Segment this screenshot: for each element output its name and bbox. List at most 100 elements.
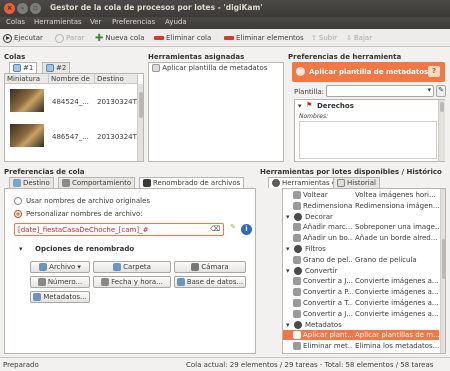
expand-arrow-icon[interactable]: ▾ [286, 244, 290, 254]
tool-description: Añade un borde alred... [355, 234, 438, 243]
expand-arrow-icon[interactable]: ▾ [286, 266, 290, 276]
column-header-name[interactable]: Nombre de [49, 74, 95, 84]
tool-group-name: Convertir [305, 266, 338, 275]
tool-description: Convierte imágenes a... [355, 277, 439, 286]
expand-arrow-icon[interactable]: ▾ [286, 212, 290, 222]
date-time-button[interactable]: Fecha y hora... [93, 276, 171, 288]
move-down-button[interactable]: ⇩ Bajar [346, 32, 372, 44]
tool-name: Aplicar plant... [303, 331, 353, 340]
tool-item[interactable]: Grano de pel... Grano de película [283, 255, 439, 265]
number-button[interactable]: Número... [30, 276, 90, 288]
tool-group-name: Metadatos [305, 320, 342, 329]
move-up-button[interactable]: ⇧ Subir [311, 32, 337, 44]
tool-item[interactable]: Aplicar plant... Aplicar plantillas de m.… [283, 330, 439, 341]
menu-colas[interactable]: Colas [6, 18, 25, 26]
clear-input-icon[interactable]: ⌫ [210, 225, 220, 233]
tool-item[interactable]: Voltear Voltea imágenes hori... [283, 190, 439, 200]
tab-queue-1[interactable]: #1 [9, 62, 38, 73]
menu-herramientas[interactable]: Herramientas [34, 18, 82, 26]
info-icon[interactable]: i [241, 224, 252, 235]
minimize-icon[interactable]: – [17, 3, 28, 14]
database-button[interactable]: Base de datos... [174, 276, 246, 288]
folder-icon [13, 179, 21, 187]
tool-item[interactable]: Añadir marc... Sobreponer una image... [283, 222, 439, 232]
tab-history[interactable]: Historial [333, 177, 380, 188]
menu-bar: Colas Herramientas Ver Preferencias Ayud… [0, 17, 450, 29]
edit-pattern-icon[interactable]: ✎ [227, 223, 239, 236]
names-label: Nombres: [299, 113, 329, 120]
new-queue-button[interactable]: ✚ Nueva cola [95, 32, 144, 44]
run-button[interactable]: Ejecutar [3, 32, 43, 44]
tab-queue-2[interactable]: #2 [42, 62, 71, 73]
template-select[interactable]: ▾ [326, 85, 434, 97]
template-scrollbar[interactable] [438, 100, 445, 161]
tool-group[interactable]: ▾ Filtros [283, 244, 439, 254]
tab-destination[interactable]: Destino [9, 177, 54, 188]
template-icon [152, 64, 160, 72]
tab-file-renaming[interactable]: Renombrado de archivos [139, 177, 245, 188]
queue-scrollbar[interactable] [137, 84, 143, 161]
maximize-icon[interactable]: ▫ [30, 3, 41, 14]
scrollbar-thumb[interactable] [440, 102, 444, 112]
tool-icon [293, 191, 301, 199]
tool-item[interactable]: Redimensionar Redimensiona imágen... [283, 201, 439, 211]
menu-ayuda[interactable]: Ayuda [165, 18, 187, 26]
assigned-tool-item[interactable]: Aplicar plantilla de metadatos [152, 64, 267, 72]
metadata-button[interactable]: Metadatos... [30, 291, 90, 303]
remove-queue-button[interactable]: Eliminar cola [154, 32, 211, 44]
names-input[interactable] [299, 121, 437, 159]
tool-description: Convierte imágenes a... [355, 309, 439, 318]
folder-button[interactable]: Carpeta [93, 261, 171, 273]
tool-description: Grano de película [355, 255, 417, 264]
column-header-thumbnail[interactable]: Miniatura [5, 74, 49, 84]
assigned-tools-list[interactable]: Aplicar plantilla de metadatos [148, 62, 284, 162]
queue-item-name: 484524_... [52, 98, 89, 106]
tools-scrollbar[interactable] [440, 189, 445, 353]
menu-ver[interactable]: Ver [90, 18, 101, 26]
tool-item[interactable]: Convertir a J... Convierte imágenes a... [283, 309, 439, 319]
tool-item[interactable]: Eliminar met... Elimina los metadatos... [283, 341, 439, 351]
tool-group[interactable]: ▾ Metadatos [283, 320, 439, 330]
tool-description: Elimina los metadatos... [355, 342, 439, 351]
tool-item[interactable]: Convertir a J... Convierte imágenes a... [283, 276, 439, 286]
custom-names-radio[interactable]: Personalizar nombres de archivo: [14, 210, 143, 218]
rename-pattern-input[interactable]: [date]_fiestaCasaDeChoche_[cam]_# ⌫ [14, 223, 224, 236]
queue-settings-title: Preferencias de cola [4, 168, 85, 176]
tool-group[interactable]: ▾ Decorar [283, 212, 439, 222]
tool-item[interactable]: Añadir un bo... Añade un borde alred... [283, 233, 439, 243]
original-names-radio[interactable]: Usar nombres de archivo originales [14, 197, 150, 205]
available-tools-title: Herramientas por lotes disponibles / His… [260, 168, 442, 176]
close-icon[interactable]: × [4, 3, 15, 14]
database-icon [176, 278, 185, 286]
tab-behavior[interactable]: Comportamiento [58, 177, 136, 188]
scrollbar-thumb[interactable] [139, 92, 143, 118]
rights-section[interactable]: Derechos [317, 102, 354, 110]
tool-item[interactable]: Convertir a T... Convierte imágenes a... [283, 298, 439, 308]
file-button[interactable]: Archivo ▾ [30, 261, 90, 273]
expand-arrow-icon[interactable]: ▾ [286, 320, 290, 330]
tool-icon [293, 309, 301, 318]
remove-items-button[interactable]: Eliminar elementos [224, 32, 304, 44]
expand-arrow-icon[interactable]: ▾ [19, 245, 23, 253]
column-header-destination[interactable]: Destino [95, 74, 138, 84]
available-tools-tree[interactable]: Voltear Voltea imágenes hori... Redimensio… [282, 188, 446, 354]
tab-queue-icon [13, 64, 21, 72]
tool-group[interactable]: ▾ Convertir [283, 266, 439, 276]
scrollbar-thumb[interactable] [442, 239, 445, 279]
queue-list[interactable]: Miniatura Nombre de Destino 484524_... 2… [4, 73, 144, 162]
menu-preferencias[interactable]: Preferencias [112, 18, 155, 26]
rename-options-title: Opciones de renombrado [35, 245, 135, 253]
assigned-tools-title: Herramientas asignadas [148, 53, 245, 61]
radio-on-icon [14, 210, 22, 218]
help-icon[interactable]: ? [428, 66, 440, 77]
chevron-down-icon: ▾ [427, 86, 431, 94]
tool-description: Convierte imágenes a... [355, 299, 439, 307]
edit-template-icon[interactable]: ✎ [436, 85, 446, 97]
thumbnail-image [10, 89, 44, 112]
tool-item[interactable]: Convertir a P... Convierte imágenes a... [283, 287, 439, 297]
template-label: Plantilla: [294, 88, 325, 96]
collapse-arrow-icon[interactable]: ▾ [298, 102, 302, 110]
stop-button[interactable]: Parar [55, 32, 84, 44]
camera-button[interactable]: Cámara [174, 261, 246, 273]
toolbar: Ejecutar Parar ✚ Nueva cola Eliminar col… [0, 29, 450, 47]
